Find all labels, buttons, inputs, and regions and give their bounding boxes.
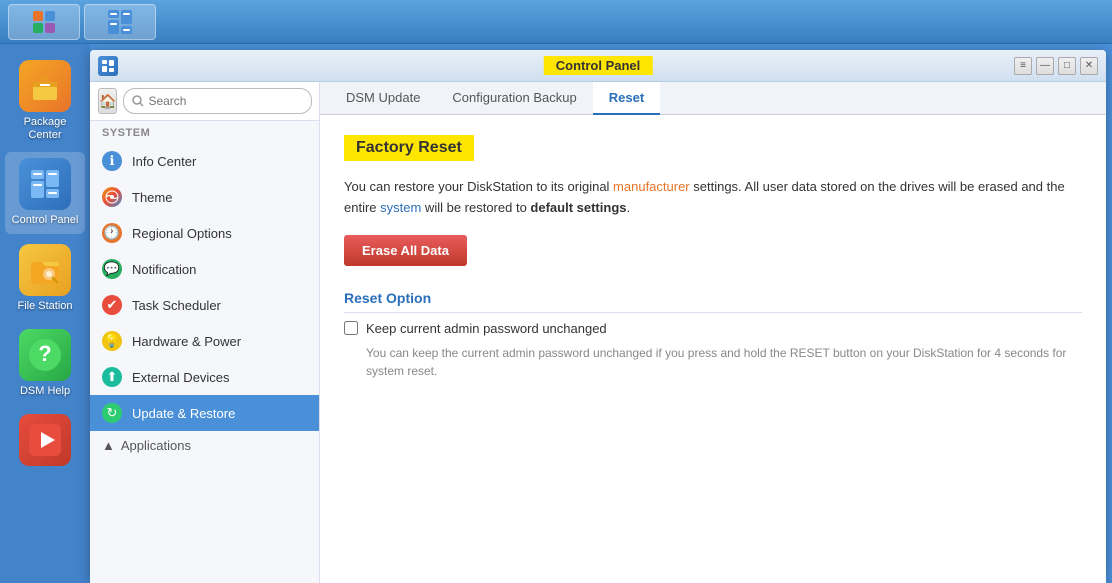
window-body: 🏠 System ℹ Info Center xyxy=(90,82,1106,583)
window-titlebar: Control Panel ≡ — □ ✕ xyxy=(90,50,1106,82)
control-panel-icon xyxy=(19,158,71,210)
nav-item-task-scheduler-label: Task Scheduler xyxy=(132,298,221,313)
left-nav: 🏠 System ℹ Info Center xyxy=(90,82,320,583)
keep-password-row: Keep current admin password unchanged xyxy=(344,321,1082,336)
info-center-icon: ℹ xyxy=(102,151,122,171)
keep-password-label[interactable]: Keep current admin password unchanged xyxy=(366,321,607,336)
tabs-bar: DSM Update Configuration Backup Reset xyxy=(320,82,1106,115)
nav-item-external-devices-label: External Devices xyxy=(132,370,230,385)
applications-label: Applications xyxy=(121,438,191,453)
nav-item-update-restore-label: Update & Restore xyxy=(132,406,235,421)
nav-item-external-devices[interactable]: ⬆ External Devices xyxy=(90,359,319,395)
sidebar-app-dsm-help[interactable]: ? DSM Help xyxy=(5,323,85,404)
nav-item-task-scheduler[interactable]: ✔ Task Scheduler xyxy=(90,287,319,323)
content-area: DSM Update Configuration Backup Reset Fa… xyxy=(320,82,1106,583)
nav-item-hardware-power-label: Hardware & Power xyxy=(132,334,241,349)
svg-text:?: ? xyxy=(38,341,51,366)
sidebar-icons: Package Center Control Panel xyxy=(0,44,90,583)
window-close-btn[interactable]: ✕ xyxy=(1080,57,1098,75)
regional-options-icon: 🕐 xyxy=(102,223,122,243)
nav-item-regional-options[interactable]: 🕐 Regional Options xyxy=(90,215,319,251)
update-restore-icon: ↻ xyxy=(102,403,122,423)
external-devices-icon: ⬆ xyxy=(102,367,122,387)
window-controls: ≡ — □ ✕ xyxy=(1014,57,1098,75)
nav-item-info-center-label: Info Center xyxy=(132,154,196,169)
reset-option-title: Reset Option xyxy=(344,290,1082,313)
factory-reset-title: Factory Reset xyxy=(344,135,474,161)
control-panel-window: Control Panel ≡ — □ ✕ 🏠 System ℹ Info Ce… xyxy=(90,50,1106,583)
erase-all-data-button[interactable]: Erase All Data xyxy=(344,235,467,266)
sidebar-app-file-station[interactable]: File Station xyxy=(5,238,85,319)
highlight-default: default settings xyxy=(530,200,626,215)
task-scheduler-icon: ✔ xyxy=(102,295,122,315)
sidebar-app-package-center-label: Package Center xyxy=(9,116,81,142)
nav-item-regional-options-label: Regional Options xyxy=(132,226,232,241)
sidebar-app-control-panel[interactable]: Control Panel xyxy=(5,152,85,233)
nav-item-update-restore[interactable]: ↻ Update & Restore xyxy=(90,395,319,431)
nav-item-notification-label: Notification xyxy=(132,262,196,277)
video-icon xyxy=(19,414,71,466)
nav-search-bar: 🏠 xyxy=(90,82,319,121)
window-minimize-btn[interactable]: — xyxy=(1036,57,1054,75)
reset-hint-text: You can keep the current admin password … xyxy=(366,344,1082,380)
taskbar-app-control-panel[interactable] xyxy=(84,4,156,40)
search-input[interactable] xyxy=(123,88,312,114)
dsm-help-icon: ? xyxy=(19,329,71,381)
nav-item-hardware-power[interactable]: 💡 Hardware & Power xyxy=(90,323,319,359)
hardware-power-icon: 💡 xyxy=(102,331,122,351)
tab-reset[interactable]: Reset xyxy=(593,82,660,115)
desktop: Package Center Control Panel xyxy=(0,44,1112,583)
theme-icon xyxy=(102,187,122,207)
tab-config-backup[interactable]: Configuration Backup xyxy=(436,82,592,115)
nav-section-system: System xyxy=(90,121,319,143)
sidebar-app-file-station-label: File Station xyxy=(17,300,72,313)
nav-item-theme-label: Theme xyxy=(132,190,172,205)
package-center-icon xyxy=(19,60,71,112)
tab-dsm-update[interactable]: DSM Update xyxy=(330,82,436,115)
content-body: Factory Reset You can restore your DiskS… xyxy=(320,115,1106,583)
highlight-manufacturer: manufacturer xyxy=(613,179,690,194)
sidebar-app-package-center[interactable]: Package Center xyxy=(5,54,85,148)
nav-item-theme[interactable]: Theme xyxy=(90,179,319,215)
nav-home-btn[interactable]: 🏠 xyxy=(98,88,117,114)
window-restore-btn[interactable]: □ xyxy=(1058,57,1076,75)
window-title: Control Panel xyxy=(544,56,653,75)
nav-applications-section[interactable]: ▲ Applications xyxy=(90,431,319,460)
sidebar-app-control-panel-label: Control Panel xyxy=(12,214,79,227)
taskbar xyxy=(0,0,1112,44)
sidebar-app-video[interactable] xyxy=(5,408,85,476)
window-title-icon xyxy=(98,56,118,76)
file-station-icon xyxy=(19,244,71,296)
collapse-icon: ▲ xyxy=(102,438,115,453)
notification-icon: 💬 xyxy=(102,259,122,279)
nav-item-notification[interactable]: 💬 Notification xyxy=(90,251,319,287)
sidebar-app-dsm-help-label: DSM Help xyxy=(20,385,70,398)
window-menu-btn[interactable]: ≡ xyxy=(1014,57,1032,75)
highlight-system: system xyxy=(380,200,421,215)
nav-item-info-center[interactable]: ℹ Info Center xyxy=(90,143,319,179)
factory-reset-description: You can restore your DiskStation to its … xyxy=(344,177,1082,219)
keep-password-checkbox[interactable] xyxy=(344,321,358,335)
taskbar-app-grid[interactable] xyxy=(8,4,80,40)
